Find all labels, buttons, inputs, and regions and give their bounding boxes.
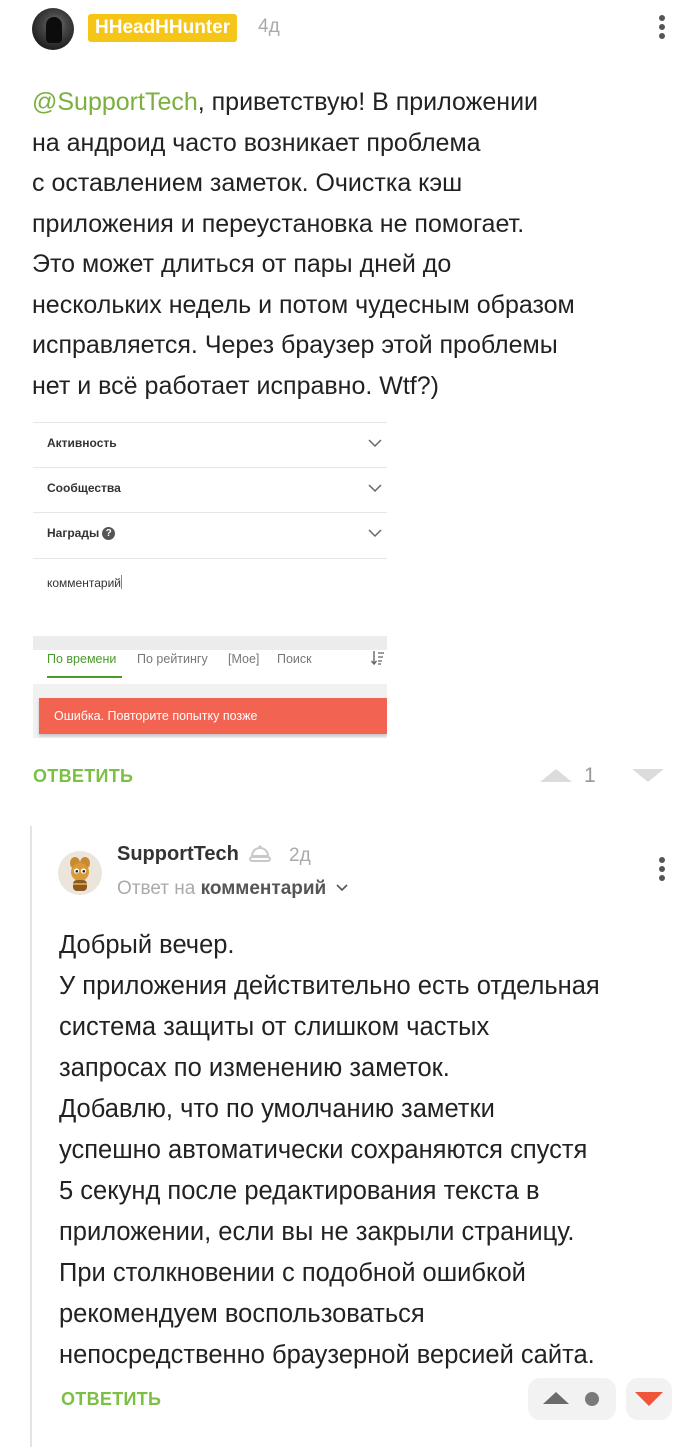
comment1-header: HHeadHHunter 4д: [32, 8, 680, 52]
chevron-down-icon: [368, 484, 382, 493]
comment-line: успешно автоматически сохраняются спустя: [59, 1136, 588, 1164]
chevron-down-icon: [368, 529, 382, 538]
author-name[interactable]: HHeadHHunter: [88, 14, 238, 42]
active-tab-indicator: [47, 676, 122, 678]
reply-to-link[interactable]: комментарий: [201, 878, 327, 899]
comment-line: Добавлю, что по умолчанию заметки: [59, 1095, 495, 1123]
comment-line: @SupportTech, приветствую! В приложении: [32, 88, 538, 116]
author-name[interactable]: SupportTech: [117, 843, 239, 866]
upvote-icon[interactable]: [540, 769, 572, 782]
comment1-body: @SupportTech, приветствую! В приложении …: [32, 82, 682, 406]
sort-icon: [371, 651, 384, 666]
comment-line: нет и всё работает исправно. Wtf?): [32, 371, 439, 400]
reply-to-line: Ответ на комментарий: [117, 878, 348, 900]
comment-time: 4д: [258, 16, 280, 37]
menu-label: Активность: [47, 436, 117, 450]
comment-line: приложении, если вы не закрыли страницу.: [59, 1218, 575, 1246]
reply-button[interactable]: ОТВЕТИТЬ: [33, 766, 133, 787]
comment-line: рекомендуем воспользоваться: [59, 1300, 425, 1328]
avatar[interactable]: [32, 8, 74, 50]
tab-by-time: По времени: [47, 652, 117, 666]
tab-mine: [Мое]: [228, 652, 260, 666]
comment-time: 2д: [289, 845, 311, 866]
rating-hidden-dot-icon: [585, 1392, 599, 1406]
bee-mascot-icon: [70, 857, 90, 891]
comment-line: При столкновении с подобной ошибкой: [59, 1259, 526, 1287]
downvote-icon[interactable]: [632, 769, 664, 782]
menu-label: Сообщества: [47, 481, 121, 495]
error-message: Ошибка. Повторите попытку позже: [54, 709, 258, 723]
error-toast: Ошибка. Повторите попытку позже: [39, 698, 387, 734]
comment-line: исправляется. Через браузер этой проблем…: [32, 331, 558, 359]
comment-line: У приложения действительно есть отдельна…: [59, 972, 600, 1000]
comment2-body: Добрый вечер. У приложения действительно…: [59, 925, 699, 1376]
embedded-screenshot[interactable]: Активность Сообщества Награды? комментар…: [33, 422, 387, 738]
menu-row-awards: Награды?: [33, 512, 387, 557]
chevron-down-icon: [368, 439, 382, 448]
tab-search: Поиск: [277, 652, 312, 666]
rating-controls: [528, 1378, 680, 1420]
note-input: комментарий: [33, 558, 387, 636]
comment-line: запросах по изменению заметок.: [59, 1054, 450, 1082]
comment-line: Это может длиться от пары дней до: [32, 250, 452, 278]
comment-line: система защиты от слишком частых: [59, 1013, 490, 1041]
comment-line: Добрый вечер.: [59, 931, 235, 959]
more-options-icon[interactable]: [658, 857, 666, 887]
menu-label: Награды?: [47, 526, 116, 541]
reply-button[interactable]: ОТВЕТИТЬ: [61, 1389, 161, 1410]
rating-controls: 1: [540, 760, 670, 792]
tab-by-rating: По рейтингу: [137, 652, 208, 666]
comment-line: на андроид часто возникает проблема: [32, 128, 481, 157]
thread-line[interactable]: [30, 826, 32, 1447]
note-text: комментарий: [47, 576, 121, 590]
more-options-icon[interactable]: [658, 15, 666, 45]
avatar[interactable]: [58, 851, 102, 895]
comment-line: приложения и переустановка не помогает.: [32, 209, 525, 238]
downvote-icon[interactable]: [635, 1392, 663, 1406]
comment-line: нескольких недель и потом чудесным образ…: [32, 290, 575, 319]
upvote-icon[interactable]: [543, 1392, 569, 1404]
mention-link[interactable]: @SupportTech: [32, 88, 198, 116]
menu-row-communities: Сообщества: [33, 467, 387, 512]
chevron-down-icon[interactable]: [335, 881, 348, 893]
comment-line: непосредственно браузерной версией сайта…: [59, 1341, 595, 1369]
comment-line: с оставлением заметок. Очистка кэш: [32, 169, 463, 197]
rating-score: 1: [584, 764, 596, 787]
vote-box: [528, 1378, 616, 1420]
sort-tabs: По времени По рейтингу [Мое] Поиск: [33, 650, 387, 684]
comment-line: 5 секунд после редактирования текста в: [59, 1177, 540, 1205]
text-caret: [120, 575, 122, 589]
support-crown-icon: [249, 845, 271, 862]
menu-row-activity: Активность: [33, 422, 387, 467]
question-circle-icon: ?: [102, 527, 116, 541]
divider: [33, 636, 387, 650]
